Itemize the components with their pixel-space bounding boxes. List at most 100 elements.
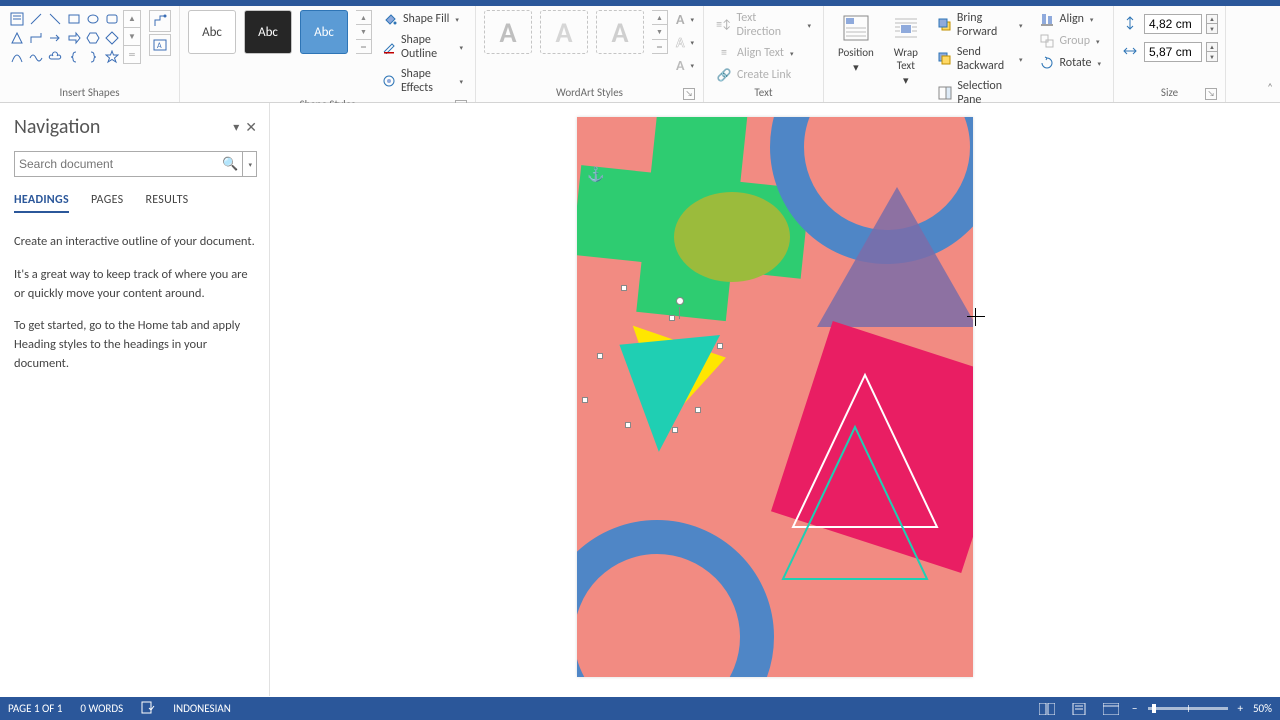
- bring-forward-icon: [938, 17, 952, 33]
- document-canvas[interactable]: ⚓: [270, 103, 1280, 696]
- shape-fill-button[interactable]: Shape Fill▾: [378, 10, 467, 28]
- resize-handle[interactable]: [621, 285, 627, 291]
- shapes-gallery[interactable]: [8, 10, 121, 66]
- align-button[interactable]: Align▾: [1035, 10, 1105, 28]
- gallery-up-icon[interactable]: ▲: [123, 10, 141, 28]
- shape-curve-icon[interactable]: [8, 48, 26, 66]
- shape-elbow-icon[interactable]: [27, 29, 45, 47]
- search-options-icon[interactable]: ▾: [242, 152, 252, 176]
- tab-headings[interactable]: HEADINGS: [14, 193, 69, 213]
- wordart-preset-1[interactable]: A: [484, 10, 532, 54]
- resize-handle[interactable]: [717, 343, 723, 349]
- resize-handle[interactable]: [625, 422, 631, 428]
- send-backward-button[interactable]: Send Backward▾: [934, 44, 1027, 74]
- nav-options-icon[interactable]: ▾: [233, 120, 239, 135]
- size-dialog-icon[interactable]: ↘: [1205, 88, 1217, 100]
- nav-search-input[interactable]: [19, 157, 222, 171]
- group-label-insert-shapes: Insert Shapes: [8, 84, 171, 102]
- zoom-out-icon[interactable]: −: [1132, 702, 1137, 715]
- align-text-icon: ≡: [716, 45, 732, 61]
- style-gallery-down-icon[interactable]: ▼: [356, 24, 371, 38]
- bring-forward-button[interactable]: Bring Forward▾: [934, 10, 1027, 40]
- gallery-down-icon[interactable]: ▼: [123, 28, 141, 46]
- height-up-icon[interactable]: ▲: [1206, 14, 1218, 24]
- resize-handle[interactable]: [669, 315, 675, 321]
- width-up-icon[interactable]: ▲: [1206, 42, 1218, 52]
- print-layout-icon[interactable]: [1068, 701, 1090, 717]
- shape-rrect-icon[interactable]: [103, 10, 121, 28]
- shape-textbox-icon[interactable]: [8, 10, 26, 28]
- status-language[interactable]: INDONESIAN: [173, 702, 231, 715]
- shape-arrow-icon[interactable]: [46, 29, 64, 47]
- draw-textbox-button[interactable]: A: [149, 34, 171, 56]
- nav-search[interactable]: 🔍 ▾: [14, 151, 257, 177]
- create-link-button: 🔗 Create Link: [712, 66, 815, 84]
- resize-handle[interactable]: [672, 427, 678, 433]
- text-fill-button: A▾: [672, 10, 698, 29]
- shape-line-icon[interactable]: [27, 10, 45, 28]
- shape-arrow2-icon[interactable]: [65, 29, 83, 47]
- rotate-button[interactable]: Rotate▾: [1035, 54, 1105, 72]
- shape-style-preset-2[interactable]: Abc: [244, 10, 292, 54]
- rotate-icon: [1039, 55, 1055, 71]
- resize-handle[interactable]: [695, 407, 701, 413]
- nav-help-text: Create an interactive outline of your do…: [14, 233, 257, 252]
- nav-help-text: It's a great way to keep track of where …: [14, 266, 257, 304]
- web-layout-icon[interactable]: [1100, 701, 1122, 717]
- wordart-gallery-up-icon[interactable]: ▲: [652, 11, 667, 24]
- position-button[interactable]: Position▾: [832, 10, 880, 74]
- search-icon[interactable]: 🔍: [222, 157, 238, 172]
- shape-rect-icon[interactable]: [65, 10, 83, 28]
- resize-handle[interactable]: [582, 397, 588, 403]
- shape-line2-icon[interactable]: [46, 10, 64, 28]
- status-proofing-icon[interactable]: [141, 700, 155, 717]
- resize-handle[interactable]: [597, 353, 603, 359]
- zoom-in-icon[interactable]: +: [1238, 702, 1243, 715]
- zoom-level[interactable]: 50%: [1253, 702, 1272, 715]
- shape-cloud-icon[interactable]: [46, 48, 64, 66]
- shape-star-icon[interactable]: [103, 48, 121, 66]
- style-gallery-up-icon[interactable]: ▲: [356, 11, 371, 24]
- rotate-handle[interactable]: [676, 297, 684, 305]
- shape-style-preset-3[interactable]: Abc: [300, 10, 348, 54]
- send-backward-icon: [938, 51, 952, 67]
- nav-close-icon[interactable]: ✕: [245, 119, 257, 136]
- wordart-dialog-icon[interactable]: ↘: [683, 88, 695, 100]
- collapse-ribbon-icon[interactable]: ˄: [1267, 81, 1273, 94]
- shape-outline-button[interactable]: Shape Outline▾: [378, 32, 467, 62]
- shape-rbrace-icon[interactable]: [84, 48, 102, 66]
- shape-height-input[interactable]: [1144, 14, 1202, 34]
- wordart-gallery-down-icon[interactable]: ▼: [652, 24, 667, 38]
- shape-width-input[interactable]: [1144, 42, 1202, 62]
- shape-hex-icon[interactable]: [84, 29, 102, 47]
- style-gallery-more-icon[interactable]: ═: [356, 39, 371, 53]
- group-label-size: Size: [1161, 86, 1178, 99]
- group-label-wordart: WordArt Styles: [556, 86, 623, 99]
- position-icon: [840, 12, 872, 44]
- tab-results[interactable]: RESULTS: [145, 193, 188, 213]
- shape-style-preset-1[interactable]: Abc: [188, 10, 236, 54]
- read-mode-icon[interactable]: [1036, 701, 1058, 717]
- gallery-more-icon[interactable]: ═: [123, 46, 141, 64]
- wordart-preset-3[interactable]: A: [596, 10, 644, 54]
- shape-wave-icon[interactable]: [27, 48, 45, 66]
- status-bar: PAGE 1 OF 1 0 WORDS INDONESIAN − + 50%: [0, 697, 1280, 720]
- height-down-icon[interactable]: ▼: [1206, 24, 1218, 34]
- status-page[interactable]: PAGE 1 OF 1: [8, 702, 62, 715]
- wordart-gallery-more-icon[interactable]: ═: [652, 39, 667, 53]
- shape-oval-icon[interactable]: [84, 10, 102, 28]
- width-down-icon[interactable]: ▼: [1206, 52, 1218, 62]
- zoom-slider[interactable]: [1148, 707, 1228, 710]
- shape-triangle-icon[interactable]: [8, 29, 26, 47]
- svg-text:A: A: [157, 41, 162, 51]
- edit-shape-button[interactable]: [149, 10, 171, 32]
- status-words[interactable]: 0 WORDS: [80, 702, 123, 715]
- shape-effects-button[interactable]: Shape Effects▾: [378, 66, 467, 96]
- tab-pages[interactable]: PAGES: [91, 193, 124, 213]
- page[interactable]: ⚓: [577, 117, 973, 677]
- wrap-text-button[interactable]: Wrap Text▾: [884, 10, 928, 87]
- wordart-preset-2[interactable]: A: [540, 10, 588, 54]
- shape-lbrace-icon[interactable]: [65, 48, 83, 66]
- width-icon: [1122, 43, 1140, 61]
- shape-diamond-icon[interactable]: [103, 29, 121, 47]
